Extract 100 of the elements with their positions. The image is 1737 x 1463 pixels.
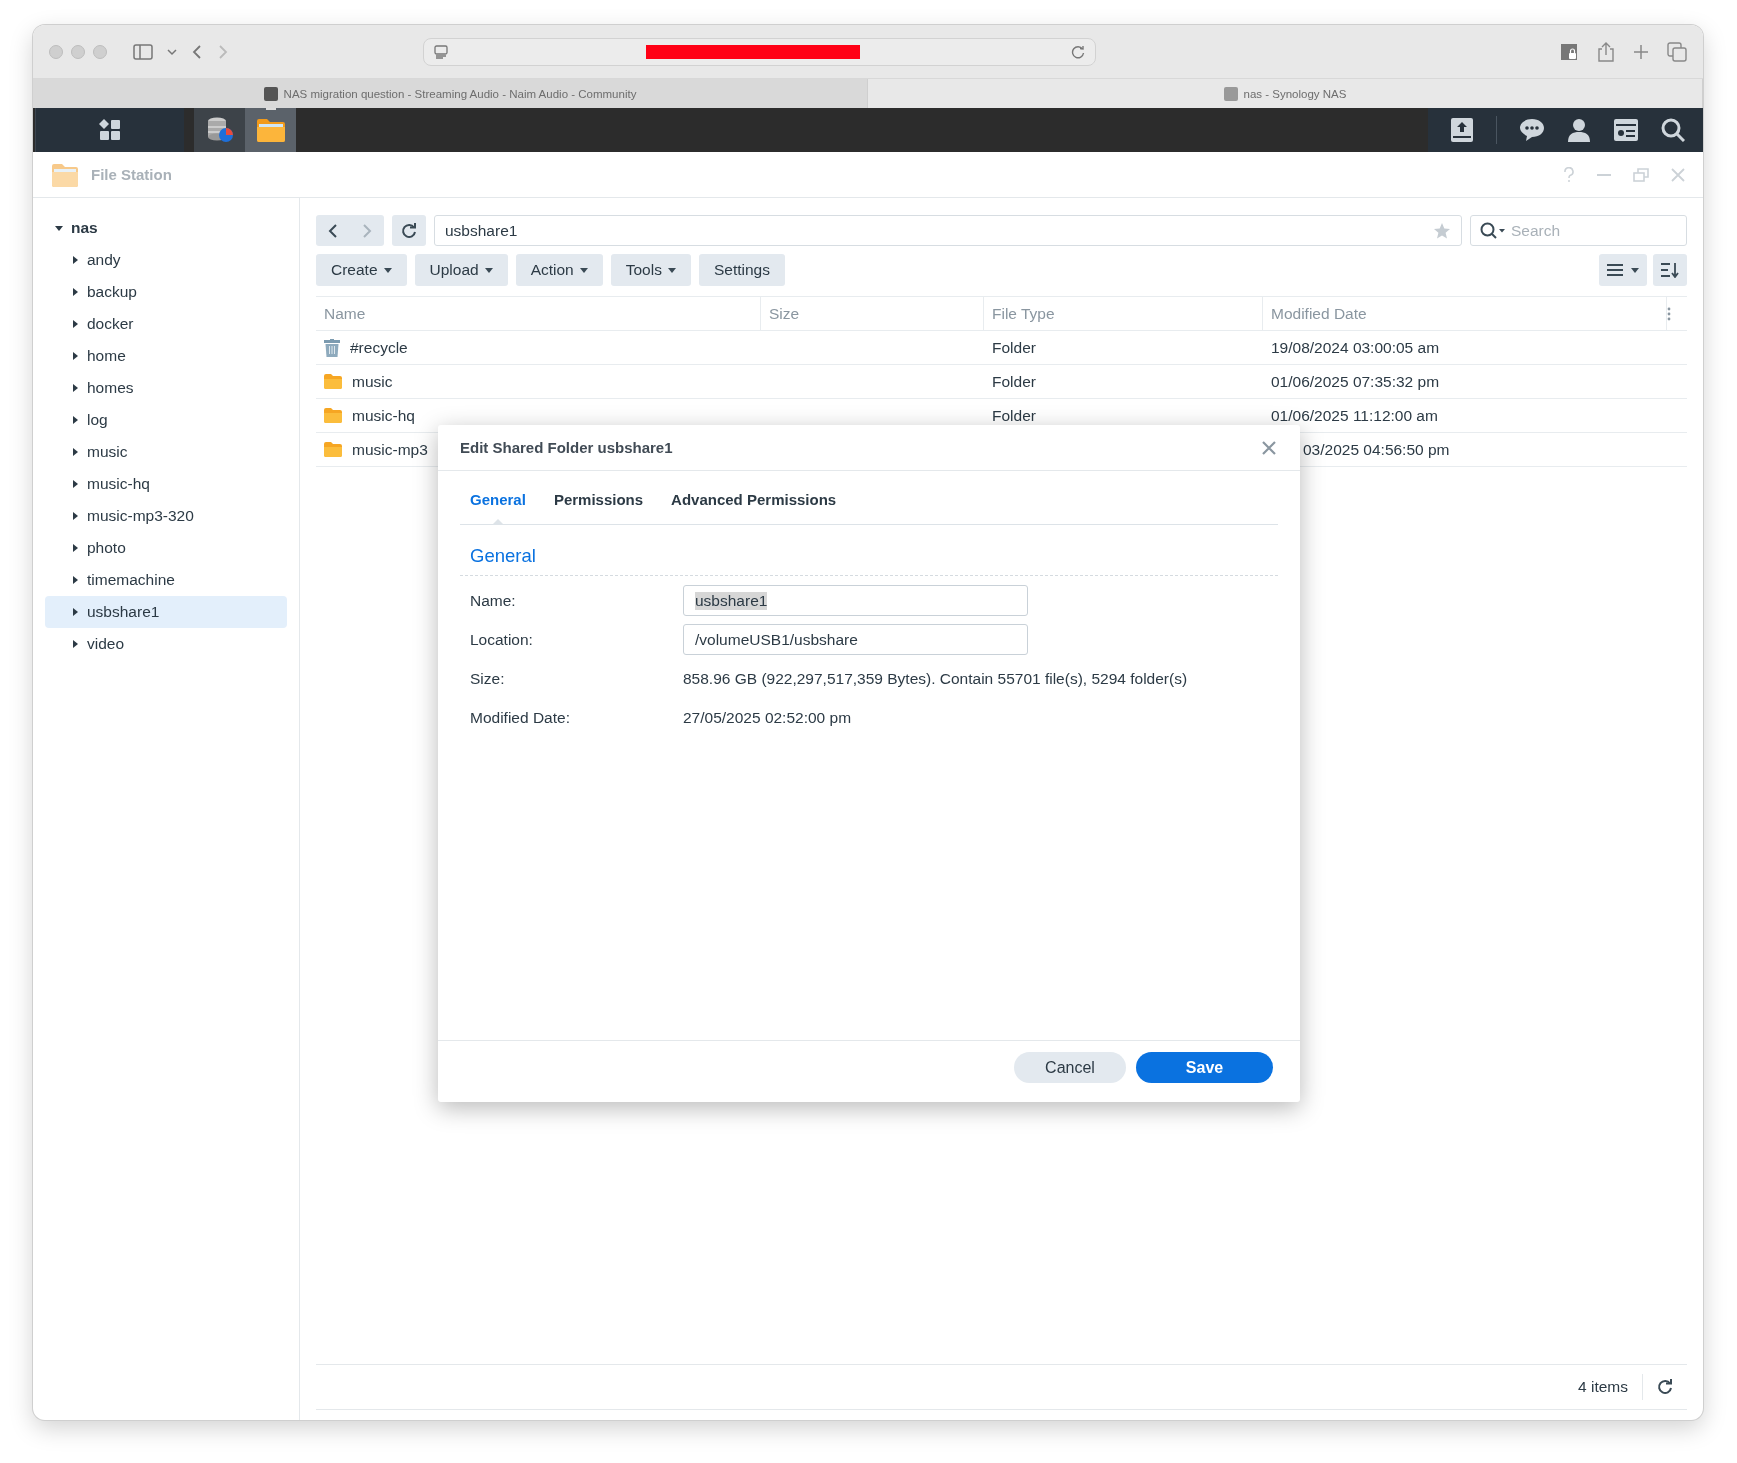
chat-bubble-icon[interactable] [1519, 118, 1545, 142]
taskbar-app-button[interactable] [245, 108, 296, 152]
caret-down-icon [1631, 267, 1639, 273]
tree-item[interactable]: usbshare1 [45, 596, 287, 628]
caret-right-icon[interactable] [71, 512, 79, 520]
caret-right-icon[interactable] [71, 576, 79, 584]
modified-date: 03/2025 04:56:50 pm [1303, 440, 1450, 459]
taskbar-app-button[interactable] [194, 108, 245, 152]
caret-right-icon[interactable] [71, 544, 79, 552]
modified-date: 19/08/2024 03:00:05 am [1271, 338, 1440, 357]
refresh-icon[interactable] [1657, 1379, 1673, 1395]
save-button[interactable]: Save [1136, 1052, 1273, 1083]
caret-right-icon[interactable] [71, 320, 79, 328]
tree-item[interactable]: docker [45, 308, 287, 340]
trash-icon [324, 338, 340, 357]
chevron-down-icon[interactable] [167, 47, 177, 56]
list-icon [1607, 263, 1623, 277]
main-menu-icon[interactable] [99, 119, 121, 141]
file-name: music-mp3 [352, 440, 428, 459]
refresh-button[interactable] [392, 215, 426, 246]
file-row[interactable]: music Folder 01/06/2025 07:35:32 pm [316, 365, 1687, 399]
tree-item-label: homes [87, 379, 134, 397]
tree-item-label: music [87, 443, 128, 461]
back-icon[interactable] [191, 43, 203, 60]
cancel-button[interactable]: Cancel [1014, 1052, 1126, 1083]
tab-title: NAS migration question - Streaming Audio - Naim Audio - Community [283, 87, 637, 100]
more-icon[interactable] [1667, 306, 1671, 321]
browser-tab[interactable]: NAS migration question - Streaming Audio - Naim Audio - Community [33, 79, 868, 108]
tree-item[interactable]: video [45, 628, 287, 660]
input-field[interactable]: usbshare1 [683, 585, 1028, 616]
input-field[interactable]: /volumeUSB1/usbshare [683, 624, 1028, 655]
caret-right-icon[interactable] [71, 384, 79, 392]
star-icon[interactable] [1433, 221, 1451, 240]
search-field[interactable]: Search [1470, 215, 1687, 246]
path-text: usbshare1 [445, 221, 518, 240]
tree-item[interactable]: home [45, 340, 287, 372]
tree-item[interactable]: timemachine [45, 564, 287, 596]
sort-button[interactable] [1653, 254, 1687, 286]
dialog-tab[interactable]: General [470, 491, 526, 524]
dialog-tab[interactable]: Permissions [553, 491, 644, 524]
item-count: 4 items [1578, 1378, 1628, 1396]
forward-icon [362, 223, 372, 238]
sidebar-toggle-icon[interactable] [133, 43, 153, 60]
tree-item-label: music-mp3-320 [87, 507, 194, 525]
toolbar-button[interactable]: Upload [414, 254, 508, 286]
site-favicon-icon [263, 86, 278, 101]
file-name: music [352, 372, 393, 391]
caret-right-icon[interactable] [71, 448, 79, 456]
share-icon[interactable] [1597, 41, 1615, 62]
tree-item[interactable]: music-hq [45, 468, 287, 500]
tree-item[interactable]: homes [45, 372, 287, 404]
caret-right-icon[interactable] [71, 256, 79, 264]
file-row[interactable]: #recycle Folder 19/08/2024 03:00:05 am [316, 331, 1687, 365]
file-type: Folder [992, 372, 1036, 391]
toolbar-button[interactable]: Create [316, 254, 407, 286]
tree-item[interactable]: photo [45, 532, 287, 564]
caret-right-icon[interactable] [71, 288, 79, 296]
dialog-tab[interactable]: Advanced Permissions [671, 491, 837, 524]
tree-item[interactable]: music [45, 436, 287, 468]
widgets-icon[interactable] [1613, 118, 1639, 142]
caret-right-icon[interactable] [71, 480, 79, 488]
caret-right-icon[interactable] [71, 608, 79, 616]
caret-right-icon[interactable] [71, 640, 79, 648]
tree-item[interactable]: nas [45, 212, 287, 244]
tab-overview-icon[interactable] [1667, 41, 1687, 62]
upload-tray-icon[interactable] [1450, 117, 1474, 143]
toolbar-button[interactable]: Action [515, 254, 603, 286]
toolbar-button[interactable]: Tools [610, 254, 691, 286]
site-favicon-icon [1223, 86, 1238, 101]
tree-item[interactable]: music-mp3-320 [45, 500, 287, 532]
reload-icon[interactable] [1071, 44, 1085, 59]
view-mode-button[interactable] [1599, 254, 1647, 286]
search-icon[interactable] [1661, 118, 1685, 142]
path-field[interactable]: usbshare1 [434, 215, 1462, 246]
caret-down-icon [579, 267, 588, 273]
folder-icon [324, 374, 342, 389]
tree-item-label: log [87, 411, 108, 429]
refresh-icon [401, 222, 417, 239]
tree-item[interactable]: andy [45, 244, 287, 276]
tree-item-label: photo [87, 539, 126, 557]
file-name: music-hq [352, 406, 415, 425]
tree-item[interactable]: backup [45, 276, 287, 308]
close-icon[interactable] [1262, 440, 1276, 455]
tree-item-label: andy [87, 251, 121, 269]
address-bar[interactable] [423, 37, 1096, 66]
sort-icon [1661, 262, 1679, 278]
search-icon [1480, 222, 1506, 240]
section-heading: General [470, 545, 537, 567]
caret-down-icon[interactable] [55, 224, 63, 232]
user-icon[interactable] [1567, 118, 1591, 142]
tree-item-label: video [87, 635, 125, 653]
tree-item-label: home [87, 347, 126, 365]
database-chart-icon [205, 116, 234, 144]
toolbar-button[interactable]: Settings [698, 254, 785, 286]
caret-right-icon[interactable] [71, 416, 79, 424]
tab-title: nas - Synology NAS [1243, 87, 1347, 100]
caret-right-icon[interactable] [71, 352, 79, 360]
field-label: Modified Date: [470, 708, 571, 727]
file-name: #recycle [350, 338, 408, 357]
tree-item[interactable]: log [45, 404, 287, 436]
